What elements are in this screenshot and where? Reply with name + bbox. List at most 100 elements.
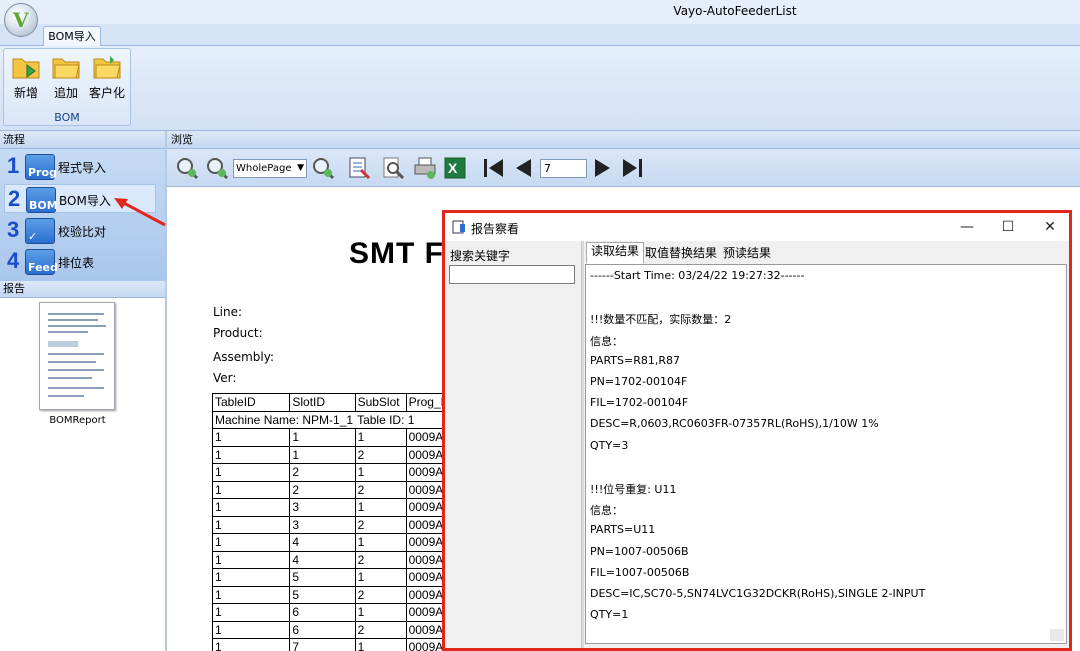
log-line: DESC=R,0603,RC0603FR-07357RL(RoHS),1/10W… [590, 417, 879, 431]
table-cell: 7 [289, 638, 356, 651]
svg-text:X: X [448, 160, 458, 176]
table-cell: 1 [211, 620, 291, 639]
table-cell: 1 [211, 463, 291, 482]
table-cell: 1 [211, 638, 291, 651]
log-line: PARTS=U11 [590, 523, 656, 537]
title-bar: Vayo-AutoFeederList [0, 0, 1080, 24]
table-cell: 1 [354, 498, 407, 517]
table-cell: 1 [354, 568, 407, 587]
report-panel-header: 报告 [0, 281, 165, 298]
log-line: FIL=1702-00104F [590, 396, 689, 410]
table-cell: 1 [211, 603, 291, 622]
dialog-title-bar[interactable]: 报告察看 — ☐ ✕ [445, 213, 1069, 241]
append-label: 追加 [53, 86, 78, 100]
tab-replace-result[interactable]: 取值替换结果 [640, 244, 722, 263]
table-cell: 1 [211, 445, 291, 464]
tab-bom-import[interactable]: BOM导入 [43, 26, 101, 47]
ribbon-group-label: BOM [54, 111, 80, 124]
flow-item-feeder-list[interactable]: 4 Feed 排位表 [4, 247, 156, 276]
red-arrow-annotation [114, 198, 166, 227]
log-line: DESC=IC,SC70-5,SN74LVC1G32DCKR(RoHS),SIN… [590, 587, 926, 600]
report-thumbnail[interactable] [39, 302, 115, 410]
table-cell: 1 [211, 428, 291, 447]
dialog-body: 搜索关键字 读取结果 取值替换结果 预读结果 ------Start Time:… [445, 241, 1069, 648]
minimize-button[interactable]: — [952, 217, 982, 237]
folder-append-icon [52, 58, 80, 79]
resize-grip[interactable] [1050, 629, 1064, 641]
result-tabs: 读取结果 取值替换结果 预读结果 [584, 241, 1069, 264]
flow-step-number: 3 [7, 217, 20, 242]
meta-assembly: Assembly: [213, 350, 275, 364]
log-line: FIL=1007-00506B [590, 565, 690, 579]
column-header: SubSlot [354, 393, 407, 412]
table-cell: 1 [354, 533, 407, 552]
result-log-text[interactable]: ------Start Time: 03/24/22 19:27:32-----… [585, 264, 1067, 644]
table-cell: 2 [289, 463, 356, 482]
app-menu-button[interactable]: V [4, 3, 38, 37]
zoom-level-select[interactable]: WholePage ▼ [233, 159, 307, 178]
maximize-button[interactable]: ☐ [993, 217, 1023, 237]
next-page-icon[interactable] [591, 156, 615, 180]
tab-read-result[interactable]: 读取结果 [586, 242, 645, 264]
print-icon[interactable] [413, 156, 437, 180]
customize-button[interactable]: 客户化 [88, 53, 126, 101]
table-cell: 1 [211, 498, 291, 517]
log-line: QTY=3 [590, 438, 629, 452]
zoom-in-icon[interactable] [175, 156, 199, 180]
table-cell: 1 [354, 463, 407, 482]
dialog-splitter[interactable] [581, 241, 584, 648]
last-page-icon[interactable] [621, 156, 645, 180]
browse-panel-header: 浏览 [167, 131, 1080, 149]
table-cell: 1 [211, 568, 291, 587]
maximize-icon: ☐ [1001, 219, 1015, 235]
flow-step-number: 1 [7, 153, 20, 178]
table-cell: 1 [211, 550, 291, 569]
add-new-button[interactable]: 新增 [7, 53, 45, 101]
window-title: Vayo-AutoFeederList [673, 4, 797, 18]
verify-icon: ✓ [25, 218, 55, 244]
table-cell: 1 [354, 638, 407, 651]
table-cell: 1 [354, 428, 407, 447]
close-button[interactable]: ✕ [1035, 217, 1065, 237]
customize-label: 客户化 [88, 86, 125, 100]
first-page-icon[interactable] [481, 156, 505, 180]
previous-page-icon[interactable] [511, 156, 535, 180]
bom-import-icon: BOM [26, 187, 58, 213]
append-button[interactable]: 追加 [47, 53, 85, 101]
tab-preread-result[interactable]: 预读结果 [718, 244, 776, 263]
table-cell: 3 [289, 498, 356, 517]
table-cell: 4 [289, 533, 356, 552]
page-number-input[interactable]: 7 [540, 159, 587, 178]
chevron-down-icon: ▼ [297, 163, 304, 173]
zoom-out-icon[interactable] [205, 156, 229, 180]
meta-product: Product: [213, 326, 263, 340]
column-header: SlotID [289, 393, 356, 412]
flow-step-number: 4 [7, 248, 20, 273]
table-cell: 2 [354, 585, 407, 604]
print-preview-icon[interactable] [381, 156, 405, 180]
log-line: PN=1007-00506B [590, 544, 689, 558]
report-title: SMT F [349, 237, 444, 270]
search-input[interactable] [449, 265, 575, 284]
table-cell: 5 [289, 568, 356, 587]
flow-step-number: 2 [8, 186, 21, 211]
table-cell: 2 [289, 480, 356, 499]
table-cell: 1 [289, 445, 356, 464]
export-excel-icon[interactable]: X [443, 156, 467, 180]
flow-item-program-import[interactable]: 1 Prog 程式导入 [4, 152, 156, 181]
log-line: !!!数量不匹配，实际数量：2 [590, 313, 732, 327]
feeder-list-icon: Feed [25, 249, 58, 275]
column-header: TableID [211, 393, 291, 412]
ribbon: 新增 追加 客户化 BOM [0, 46, 1080, 131]
machine-label: Machine Name: NPM-1_1 [212, 410, 356, 429]
flow-panel-header: 流程 [0, 131, 165, 149]
table-cell: 2 [354, 550, 407, 569]
table-cell: 2 [354, 620, 407, 639]
ribbon-group-bom: 新增 追加 客户化 BOM [3, 48, 131, 126]
page-setup-icon[interactable] [347, 156, 371, 180]
meta-line: Line: [213, 305, 243, 319]
zoom-fit-icon[interactable] [311, 156, 335, 180]
table-cell: 1 [211, 480, 291, 499]
table-cell: 1 [289, 428, 356, 447]
table-cell: 2 [354, 445, 407, 464]
